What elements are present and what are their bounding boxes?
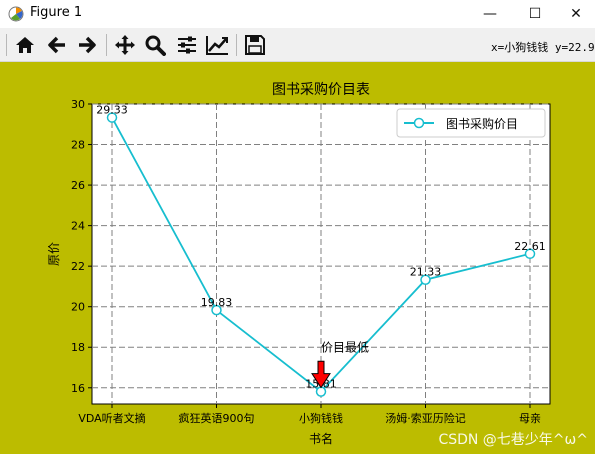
y-tick-label: 24 (71, 220, 85, 233)
save-icon (245, 35, 265, 55)
edit-axis-icon (206, 36, 228, 55)
y-tick-label: 28 (71, 139, 85, 152)
chart-title: 图书采购价目表 (272, 82, 370, 98)
data-label: 19.83 (201, 296, 233, 309)
legend[interactable]: 图书采购价目 (396, 108, 546, 138)
x-tick-label: 母亲 (519, 411, 541, 425)
toolbar-separator (6, 34, 7, 56)
back-icon (48, 36, 65, 54)
pan-icon (115, 35, 135, 55)
x-tick-label: VDA听者文摘 (78, 411, 145, 425)
save-button[interactable] (242, 32, 268, 58)
y-tick-label: 30 (71, 98, 85, 111)
forward-icon (79, 36, 96, 54)
zoom-button[interactable] (142, 32, 168, 58)
y-axis: 16 18 20 22 24 26 28 30 (71, 98, 92, 395)
toolbar-separator (106, 34, 107, 56)
y-tick-label: 22 (71, 260, 85, 273)
pan-button[interactable] (112, 32, 138, 58)
x-axis-label: 书名 (309, 431, 333, 446)
y-tick-label: 18 (71, 341, 85, 354)
data-label: 21.33 (410, 266, 442, 279)
x-tick-label: 疯狂英语900句 (179, 411, 255, 425)
home-icon (16, 37, 34, 53)
minimize-icon: — (483, 6, 497, 22)
maximize-button[interactable]: ☐ (512, 0, 558, 28)
configure-subplots-button[interactable] (174, 32, 200, 58)
x-axis: VDA听者文摘 疯狂英语900句 小狗钱钱 汤姆·索亚历险记 母亲 (78, 404, 541, 425)
data-label: 29.33 (96, 104, 128, 117)
title-bar: Figure 1 — ☐ ✕ (0, 0, 595, 28)
data-label: 22.61 (514, 240, 546, 253)
home-button[interactable] (12, 32, 38, 58)
x-tick-label: 汤姆·索亚历险记 (385, 411, 466, 425)
toolbar-separator (236, 34, 237, 56)
edit-axis-button[interactable] (204, 32, 230, 58)
zoom-icon (145, 35, 166, 56)
maximize-icon: ☐ (528, 6, 542, 22)
close-button[interactable]: ✕ (557, 0, 595, 28)
figure-canvas[interactable]: 16 18 20 22 24 26 28 30 VDA听者文摘 疯狂英语900句 小狗钱钱 汤姆·索… (0, 62, 595, 454)
legend-label: 图书采购价目 (446, 116, 518, 131)
y-tick-label: 26 (71, 179, 85, 192)
navigation-toolbar: x=小狗钱钱 y=22.9 (0, 28, 595, 62)
close-icon: ✕ (570, 6, 582, 22)
annotation-text: 价目最低 (321, 340, 369, 354)
y-axis-label: 原价 (47, 242, 61, 266)
y-tick-label: 20 (71, 301, 85, 314)
back-button[interactable] (44, 32, 70, 58)
legend-marker (413, 117, 425, 129)
matplotlib-app-icon (8, 6, 24, 22)
window-title: Figure 1 (30, 5, 83, 20)
y-tick-label: 16 (71, 382, 85, 395)
x-tick-label: 小狗钱钱 (299, 411, 343, 425)
configure-subplots-icon (178, 36, 196, 54)
minimize-button[interactable]: — (467, 0, 513, 28)
forward-button[interactable] (74, 32, 100, 58)
line-chart: 16 18 20 22 24 26 28 30 VDA听者文摘 疯狂英语900句 小狗钱钱 汤姆·索… (47, 82, 588, 448)
watermark: CSDN @七巷少年^ω^ (438, 432, 588, 448)
coordinate-readout: x=小狗钱钱 y=22.9 (491, 41, 595, 54)
